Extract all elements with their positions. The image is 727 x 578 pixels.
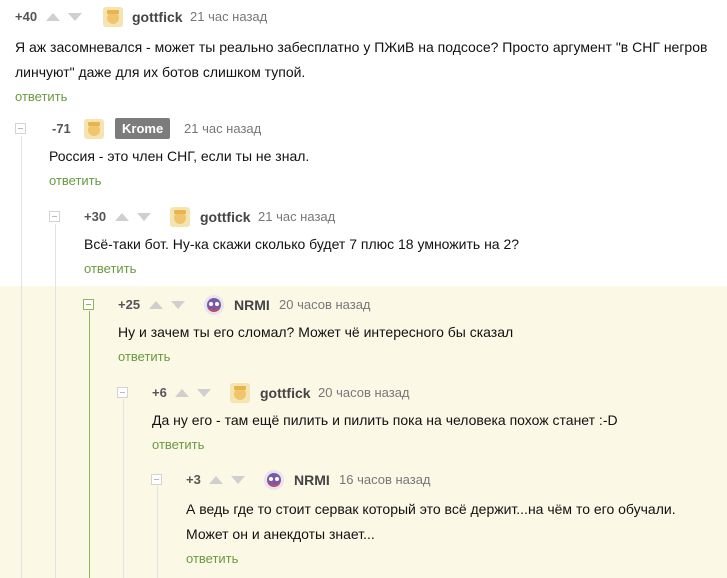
comment-rating: +40 xyxy=(15,9,38,24)
collapse-toggle[interactable] xyxy=(49,211,60,222)
reply-button[interactable]: ответить xyxy=(84,259,719,279)
comment: +6 gottfick 20 часов назад Да ну его - т… xyxy=(117,382,719,455)
comment-rating: +30 xyxy=(84,209,107,224)
comment-text: А ведь где то стоит сервак который это в… xyxy=(186,501,676,542)
downvote-arrow-icon[interactable] xyxy=(68,13,82,21)
user-avatar[interactable] xyxy=(103,7,123,27)
comment-author[interactable]: gottfick xyxy=(132,6,183,28)
comment-timestamp[interactable]: 20 часов назад xyxy=(318,382,410,404)
user-avatar[interactable] xyxy=(264,470,284,490)
comment: +30 gottfick 21 час назад Всё-таки бот. … xyxy=(49,206,719,279)
comment: +3 NRMI 16 часов назад А ведь где то сто… xyxy=(151,469,711,569)
downvote-arrow-icon[interactable] xyxy=(137,213,151,221)
comment-text: Да ну его - там ещё пилить и пилить пока… xyxy=(152,412,618,428)
reply-button[interactable]: ответить xyxy=(186,549,711,569)
upvote-arrow-icon[interactable] xyxy=(209,476,223,484)
comment-header: +25 NRMI 20 часов назад xyxy=(83,294,719,316)
comment-rating: -71 xyxy=(52,121,71,136)
comment-author[interactable]: gottfick xyxy=(200,206,251,228)
collapse-toggle[interactable] xyxy=(117,387,128,398)
comment-rating: +25 xyxy=(118,297,141,312)
comment-header: +6 gottfick 20 часов назад xyxy=(117,382,719,404)
comment-author[interactable]: NRMI xyxy=(294,469,330,491)
comment-author[interactable]: gottfick xyxy=(260,382,311,404)
comment-timestamp[interactable]: 21 час назад xyxy=(190,6,267,28)
upvote-arrow-icon[interactable] xyxy=(175,389,189,397)
downvote-arrow-icon[interactable] xyxy=(231,476,245,484)
author-badge[interactable]: Krome xyxy=(115,118,171,139)
upvote-arrow-icon[interactable] xyxy=(149,301,163,309)
comment-text: Я аж засомневался - может ты реально заб… xyxy=(15,39,708,80)
downvote-arrow-icon[interactable] xyxy=(171,301,185,309)
comment-text: Ну и зачем ты его сломал? Может чё интер… xyxy=(118,324,514,340)
comment-author[interactable]: NRMI xyxy=(234,294,270,316)
reply-button[interactable]: ответить xyxy=(49,171,720,191)
comment-timestamp[interactable]: 21 час назад xyxy=(184,118,261,140)
downvote-arrow-icon[interactable] xyxy=(197,389,211,397)
comment: -71 Krome 21 час назад Россия - это член… xyxy=(15,118,720,191)
user-avatar[interactable] xyxy=(84,119,104,139)
comment-header: -71 Krome 21 час назад xyxy=(15,118,720,140)
comment-text: Всё-таки бот. Ну-ка скажи сколько будет … xyxy=(84,236,520,252)
comment: +40 gottfick 21 час назад Я аж засомнева… xyxy=(15,6,720,107)
comment: +25 NRMI 20 часов назад Ну и зачем ты ег… xyxy=(83,294,719,367)
reply-button[interactable]: ответить xyxy=(118,347,719,367)
comment-timestamp[interactable]: 16 часов назад xyxy=(339,469,431,491)
user-avatar[interactable] xyxy=(230,383,250,403)
comment-text: Россия - это член СНГ, если ты не знал. xyxy=(49,148,310,164)
upvote-arrow-icon[interactable] xyxy=(46,13,60,21)
comment-rating: +3 xyxy=(186,472,201,487)
comment-header: +40 gottfick 21 час назад xyxy=(15,6,720,28)
collapse-toggle[interactable] xyxy=(151,474,162,485)
comment-timestamp[interactable]: 20 часов назад xyxy=(279,294,371,316)
user-avatar[interactable] xyxy=(170,207,190,227)
reply-button[interactable]: ответить xyxy=(15,87,720,107)
reply-button[interactable]: ответить xyxy=(152,435,719,455)
collapse-toggle[interactable] xyxy=(15,123,26,134)
upvote-arrow-icon[interactable] xyxy=(115,213,129,221)
comment-timestamp[interactable]: 21 час назад xyxy=(258,206,335,228)
thread-line[interactable] xyxy=(21,136,22,578)
comment-header: +3 NRMI 16 часов назад xyxy=(151,469,711,491)
collapse-toggle[interactable] xyxy=(83,299,94,310)
user-avatar[interactable] xyxy=(204,295,224,315)
comment-rating: +6 xyxy=(152,385,167,400)
comment-header: +30 gottfick 21 час назад xyxy=(49,206,719,228)
